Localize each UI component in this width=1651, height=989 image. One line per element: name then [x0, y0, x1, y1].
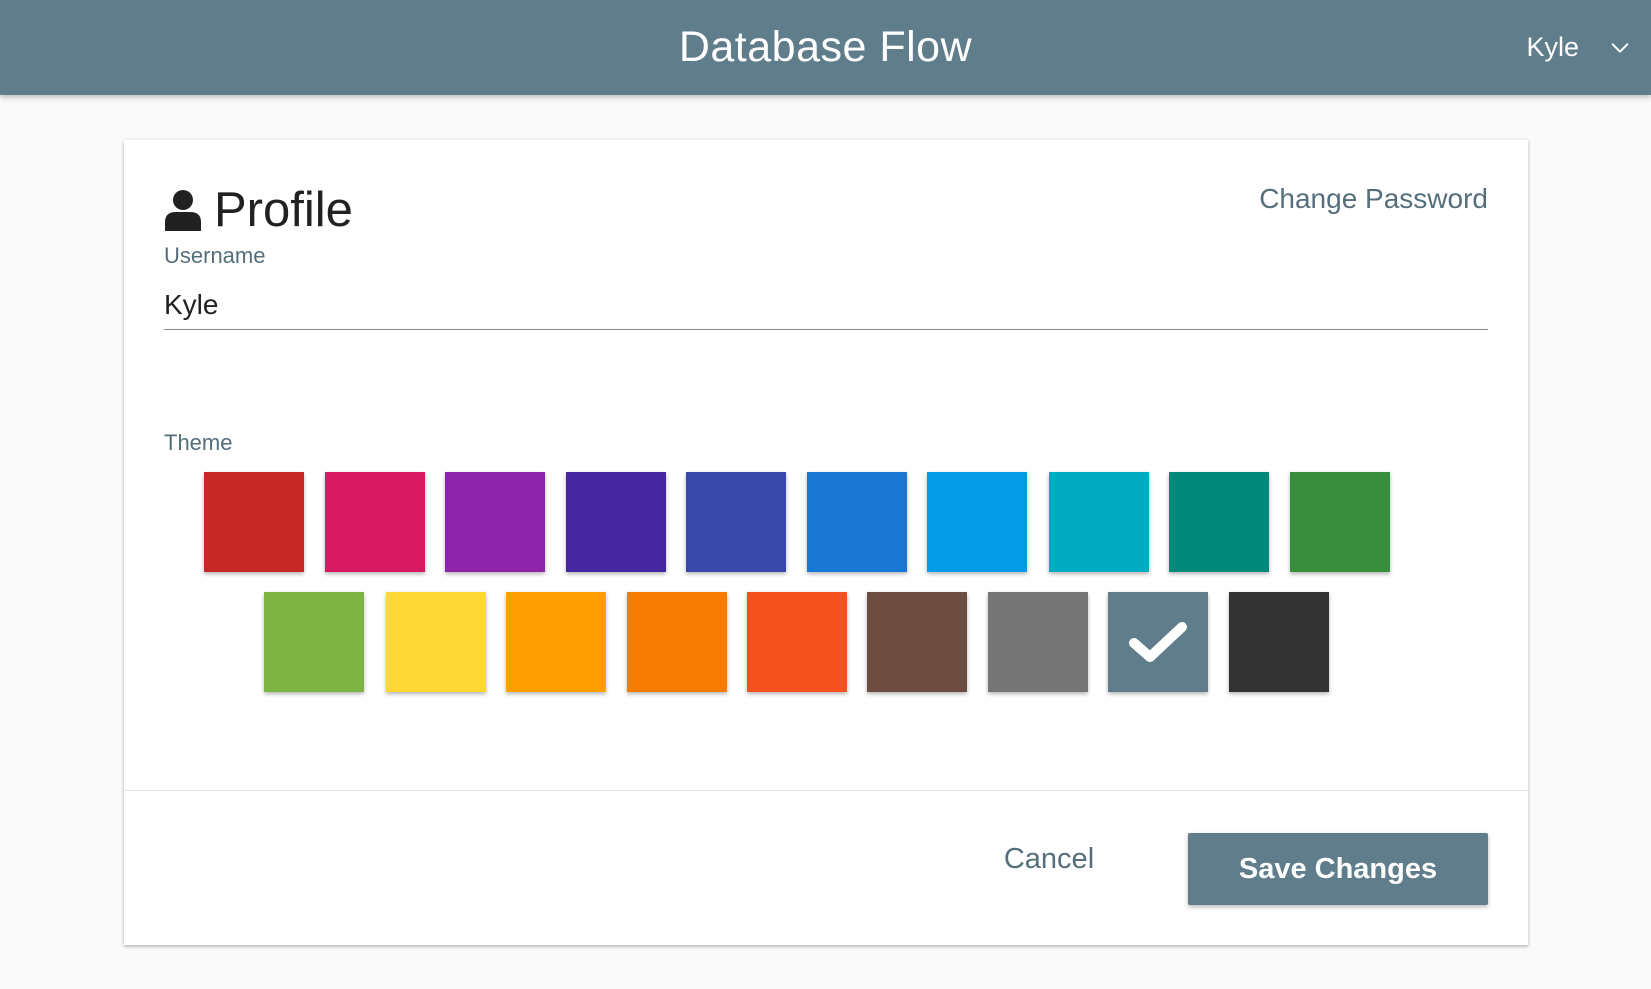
theme-swatch-blue[interactable]	[807, 472, 907, 572]
app-title: Database Flow	[678, 23, 973, 71]
theme-swatch-pink[interactable]	[325, 472, 425, 572]
theme-swatch-black[interactable]	[1229, 592, 1329, 692]
theme-label: Theme	[164, 430, 233, 455]
user-menu[interactable]: Kyle	[1526, 0, 1631, 95]
checkmark-icon	[1129, 622, 1187, 662]
theme-swatch-amber[interactable]	[506, 592, 606, 692]
theme-swatch-green[interactable]	[1290, 472, 1390, 572]
change-password-link[interactable]: Change Password	[1259, 183, 1488, 215]
theme-swatch-grey[interactable]	[988, 592, 1088, 692]
page-title: Profile	[214, 183, 353, 237]
theme-swatch-teal[interactable]	[1169, 472, 1269, 572]
top-app-bar: Database Flow Kyle	[0, 0, 1651, 95]
theme-swatch-indigo[interactable]	[686, 472, 786, 572]
theme-swatch-grid	[124, 140, 1528, 945]
cancel-button[interactable]: Cancel	[979, 833, 1119, 885]
card-divider	[124, 790, 1528, 791]
theme-swatch-light-blue[interactable]	[927, 472, 1027, 572]
profile-heading: Profile	[164, 182, 353, 238]
theme-swatch-purple[interactable]	[445, 472, 545, 572]
profile-card: Profile Change Password Username Theme C…	[124, 140, 1528, 945]
theme-swatch-cyan[interactable]	[1049, 472, 1149, 572]
theme-swatch-brown[interactable]	[867, 592, 967, 692]
theme-swatch-light-green[interactable]	[264, 592, 364, 692]
theme-swatch-deep-purple[interactable]	[566, 472, 666, 572]
person-icon	[165, 190, 201, 231]
user-name: Kyle	[1526, 32, 1579, 62]
theme-swatch-red[interactable]	[204, 472, 304, 572]
chevron-down-icon	[1611, 42, 1629, 53]
save-changes-button[interactable]: Save Changes	[1188, 833, 1488, 905]
username-label: Username	[164, 243, 266, 268]
theme-swatch-yellow[interactable]	[386, 592, 486, 692]
username-input[interactable]	[164, 280, 1488, 330]
theme-swatch-orange[interactable]	[627, 592, 727, 692]
theme-swatch-blue-grey[interactable]	[1108, 592, 1208, 692]
theme-swatch-deep-orange[interactable]	[747, 592, 847, 692]
